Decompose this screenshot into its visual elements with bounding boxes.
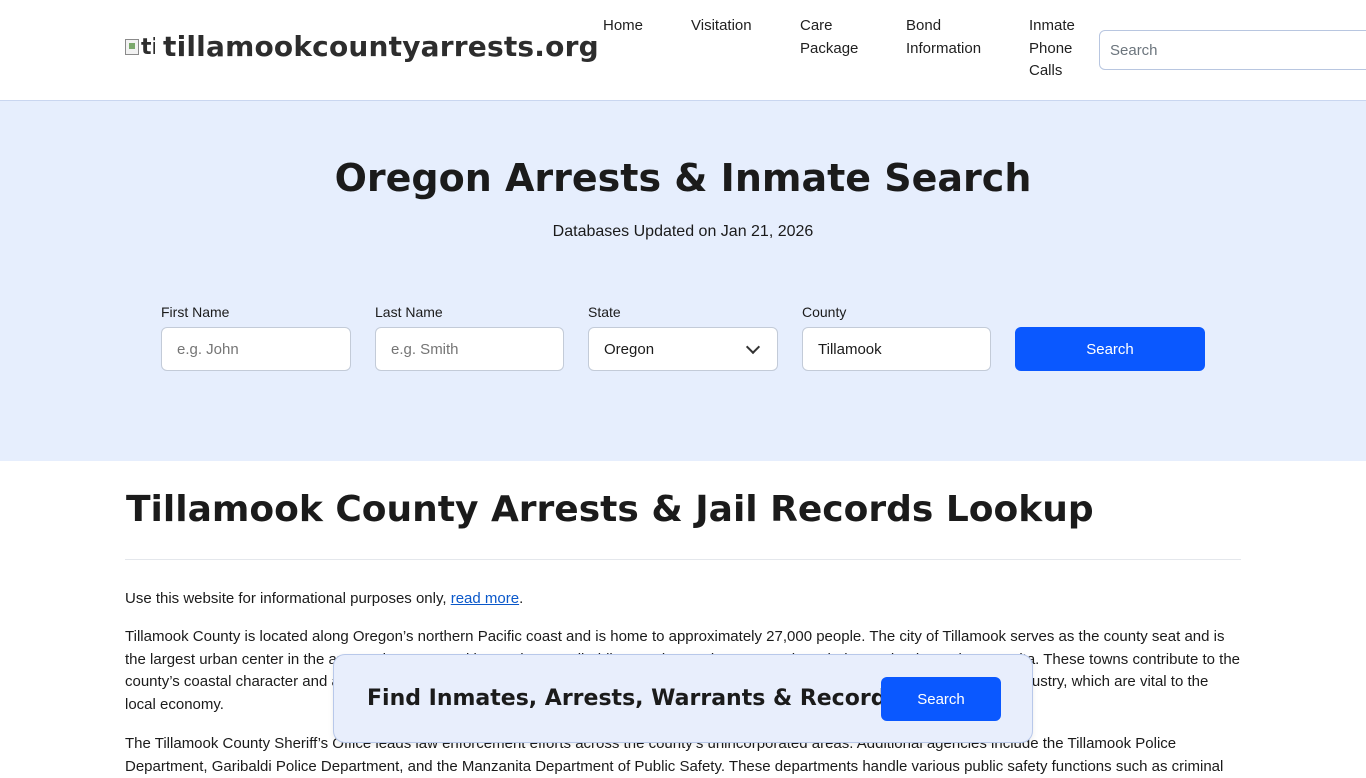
divider xyxy=(125,559,1241,560)
state-label: State xyxy=(588,304,621,320)
last-name-input[interactable] xyxy=(375,327,564,371)
site-header: ti tillamookcountyarrests.org Home Visit… xyxy=(0,0,1366,101)
banner-text: Find Inmates, Arrests, Warrants & Record… xyxy=(367,686,900,711)
read-more-link[interactable]: read more xyxy=(451,590,519,607)
chevron-down-icon xyxy=(745,339,761,354)
nav-home[interactable]: Home xyxy=(603,15,643,38)
header-search-input[interactable] xyxy=(1099,30,1366,70)
nav-visitation[interactable]: Visitation xyxy=(691,15,752,38)
site-name[interactable]: tillamookcountyarrests.org xyxy=(163,30,599,63)
county-input[interactable] xyxy=(802,327,991,371)
disclaimer-text: Use this website for informational purpo… xyxy=(125,590,451,607)
nav-inmate-phone-calls[interactable]: Inmate Phone Calls xyxy=(1029,15,1089,83)
hero-search-button[interactable]: Search xyxy=(1015,327,1205,371)
nav-bond-information[interactable]: Bond Information xyxy=(906,15,1006,60)
disclaimer-end: . xyxy=(519,590,524,607)
logo-alt-text: ti xyxy=(141,34,155,60)
site-logo[interactable]: ti tillamookcountyarrests.org xyxy=(125,30,599,63)
nav-care-package[interactable]: Care Package xyxy=(800,15,880,60)
first-name-label: First Name xyxy=(161,304,230,320)
broken-image-icon: ti xyxy=(125,33,155,61)
disclaimer-paragraph: Use this website for informational purpo… xyxy=(125,588,1241,611)
hero-title: Oregon Arrests & Inmate Search xyxy=(334,156,1032,200)
first-name-input[interactable] xyxy=(161,327,351,371)
county-label: County xyxy=(802,304,847,320)
database-updated-text: Databases Updated on Jan 21, 2026 xyxy=(552,223,814,240)
page-title: Tillamook County Arrests & Jail Records … xyxy=(126,489,1094,530)
banner-search-button[interactable]: Search xyxy=(881,677,1001,721)
floating-search-banner: Find Inmates, Arrests, Warrants & Record… xyxy=(333,654,1033,743)
last-name-label: Last Name xyxy=(375,304,443,320)
state-selected-value: Oregon xyxy=(604,340,655,358)
hero-section: Oregon Arrests & Inmate Search Databases… xyxy=(0,101,1366,461)
state-select[interactable]: Oregon xyxy=(588,327,778,371)
